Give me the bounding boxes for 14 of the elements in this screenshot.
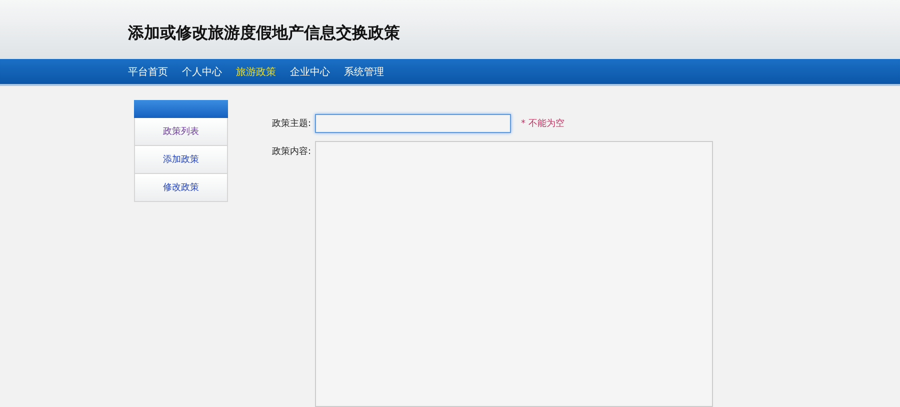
field-label: 政策主题: [272,118,311,130]
nav-link[interactable]: 企业中心 [290,64,330,79]
page-title: 添加或修改旅游度假地产信息交换政策 [128,23,400,44]
nav-link[interactable]: 系统管理 [344,64,384,79]
nav-link[interactable]: 个人中心 [182,64,222,79]
required-hint: * 不能为空 [521,118,564,130]
subject-field[interactable] [315,114,511,133]
sidebar-item[interactable]: 添加政策 [134,146,228,174]
nav-link[interactable]: 旅游政策 [236,64,276,79]
nav-link[interactable]: 平台首页 [128,64,168,79]
content-field[interactable] [315,141,713,407]
sidebar-item[interactable]: 政策列表 [134,118,228,146]
sidebar-item[interactable]: 修改政策 [134,174,228,202]
field-label: 政策内容: [272,146,311,158]
